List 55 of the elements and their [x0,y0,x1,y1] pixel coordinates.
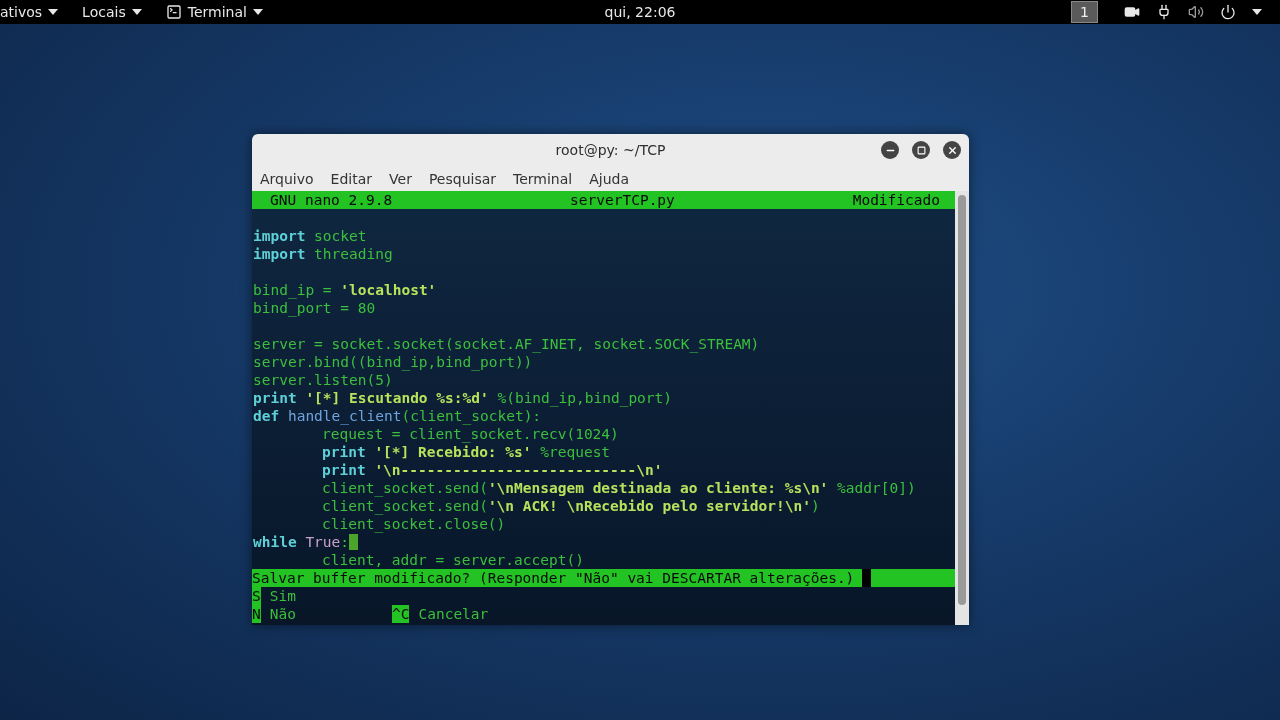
workspace-indicator[interactable]: 1 [1071,1,1098,23]
code-line: print '\n---------------------------\n' [322,461,663,479]
camera-icon[interactable] [1124,4,1140,20]
menu-item[interactable]: Editar [330,170,373,187]
shortcut-key: N [252,605,261,623]
code-line: bind_port = 80 [253,299,376,317]
file-name: serverTCP.py [570,191,675,209]
square-icon [916,145,926,155]
prompt-text: Salvar buffer modificado? (Responder "Não" vai DESCARTAR alterações.) [252,569,855,587]
code-line: bind_ip = 'localhost' [253,281,437,299]
caret-icon [252,9,263,15]
clock[interactable]: qui, 22:06 [604,4,676,20]
code-line: def handle_client(client_socket): [253,407,542,425]
code-line: client_socket.send('\nMensagem destinada ao cliente: %s\n' %addr[0]) [322,479,916,497]
code-line: client_socket.send('\n ACK! \nRecebido pelo servidor!\n') [322,497,820,515]
plug-icon[interactable] [1156,4,1172,20]
terminal-icon [165,4,182,20]
menu-item[interactable]: Ajuda [589,170,630,187]
code-line: server = socket.socket(socket.AF_INET, socket.SOCK_STREAM) [253,335,760,353]
top-menu[interactable]: Locais [82,4,142,20]
close-button[interactable] [943,141,961,159]
minimize-button[interactable] [881,141,899,159]
caret-icon [48,9,59,15]
caret-icon [131,9,142,15]
code-line: server.listen(5) [253,371,393,389]
code-line: client, addr = server.accept() [322,551,584,569]
code-line: request = client_socket.recv(1024) [322,425,619,443]
caret-icon [1252,9,1262,15]
code-line: import threading [253,245,393,263]
close-icon [946,144,958,156]
code-line: import socket [253,227,367,245]
shortcut-key: S [252,587,261,605]
menu-item[interactable]: Arquivo [260,170,314,187]
top-menu[interactable]: ativos [0,4,59,20]
power-icon[interactable] [1220,4,1236,20]
text-cursor [862,569,872,587]
file-status: Modificado [852,191,940,209]
menu-item[interactable]: Pesquisar [428,170,497,187]
scrollbar[interactable] [955,191,969,625]
maximize-button[interactable] [912,141,930,159]
menu-item[interactable]: Terminal [513,170,573,187]
menu-item[interactable]: Ver [389,170,412,187]
shortcut-label: Cancelar [418,605,489,623]
code-line: while True: [253,533,350,551]
shortcut-label: Sim [269,587,296,605]
code-line: print '[*] Escutando %s:%d' %(bind_ip,bind_port) [253,389,673,407]
volume-icon[interactable] [1188,4,1204,20]
code-line: server.bind((bind_ip,bind_port)) [253,353,533,371]
window-title: root@py: ~/TCP [555,142,666,158]
shortcut-label: Não [269,605,296,623]
code-line: client_socket.close() [322,515,506,533]
code-line: print '[*] Recebido: %s' %request [322,443,611,461]
shortcut-key: ^C [392,605,410,623]
app-menu[interactable]: Terminal [165,4,263,20]
nano-version: GNU nano 2.9.8 [270,191,393,209]
